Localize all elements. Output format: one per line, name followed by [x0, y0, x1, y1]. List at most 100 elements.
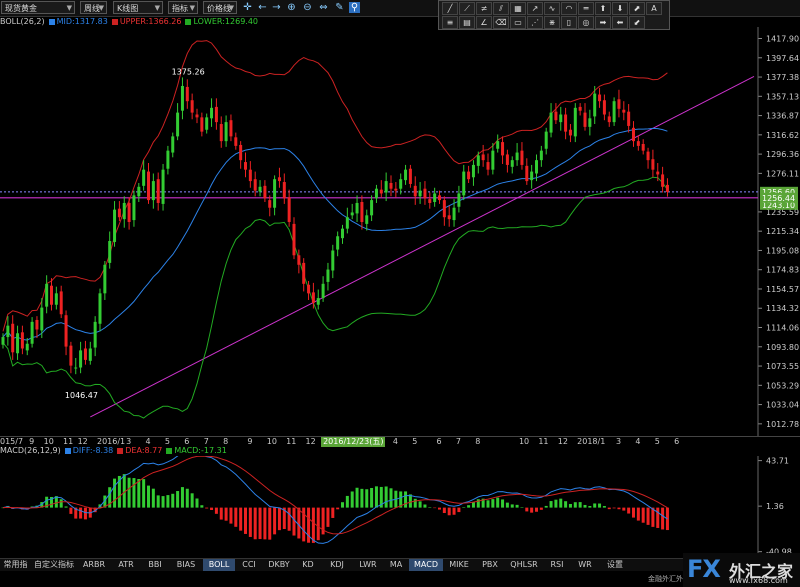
candle	[287, 189, 291, 227]
fit-icon[interactable]: ⇔	[318, 2, 329, 13]
boll-mid: MID:1317.83	[56, 17, 108, 26]
fib-tool-icon[interactable]: ▦	[510, 2, 526, 15]
macd-bar	[253, 507, 257, 540]
tab-4[interactable]: BBI	[141, 559, 169, 571]
candle	[59, 285, 63, 319]
tab-12[interactable]: MA	[383, 559, 409, 571]
tab-16[interactable]: QHLSR	[505, 559, 543, 571]
candle	[161, 163, 165, 211]
tab-0[interactable]: 常用指标	[0, 559, 31, 581]
time-tick-label: 11	[538, 437, 549, 446]
zoom-out-icon[interactable]: ⊖	[302, 2, 313, 13]
macd-bar	[549, 501, 553, 508]
candle-body	[88, 348, 92, 361]
tab-6[interactable]: BOLL	[203, 559, 235, 571]
line-tool-icon[interactable]: ╱	[442, 2, 458, 15]
macd-bar	[331, 507, 335, 518]
draw-tools-icon[interactable]: ⚲	[349, 2, 360, 13]
macd-bar	[142, 479, 146, 508]
candle	[568, 124, 572, 143]
candle	[515, 143, 519, 166]
macd-bar	[423, 504, 427, 508]
candle	[142, 160, 146, 191]
chart-type-select[interactable]: K线图 ▼	[113, 1, 163, 14]
candle	[481, 144, 485, 167]
tab-13[interactable]: MACD	[409, 559, 443, 571]
macd-value: MACD:-17.31	[174, 446, 227, 455]
zoom-in-icon[interactable]: ⊕	[286, 2, 297, 13]
parallel-tool-icon[interactable]: ⫽	[493, 2, 509, 15]
macd-bar	[185, 488, 189, 508]
period-select[interactable]: 周线 ▼	[80, 1, 107, 14]
indicator-select[interactable]: 指标 ▼	[168, 1, 198, 14]
segment-tool-icon[interactable]: ⟋	[459, 2, 475, 15]
price-tick-label: 1174.83	[766, 266, 799, 275]
text-tool-icon[interactable]: A	[646, 2, 662, 15]
candle	[442, 196, 446, 226]
arrow-up-tool-icon[interactable]: ⬆	[595, 2, 611, 15]
macd-bar	[656, 507, 660, 528]
tab-8[interactable]: DKBY	[263, 559, 295, 571]
pen-icon[interactable]: ✎	[334, 2, 345, 13]
boll-upper-line	[2, 40, 668, 332]
price-line-select[interactable]: 价格线 ▼	[203, 1, 237, 14]
candle-body	[258, 186, 262, 192]
candle	[350, 203, 354, 220]
tab-11[interactable]: LWR	[353, 559, 383, 571]
tab-14[interactable]: MIKE	[443, 559, 475, 571]
macd-chart[interactable]: 43.711.36-40.98	[0, 456, 800, 556]
arrow-down-tool-icon[interactable]: ⬇	[612, 2, 628, 15]
macd-bar	[564, 501, 568, 508]
hline-tool-icon[interactable]: ═	[578, 2, 594, 15]
tab-10[interactable]: KDJ	[321, 559, 353, 571]
macd-bar	[641, 507, 645, 523]
candle-body	[350, 212, 354, 216]
candle-body	[108, 241, 112, 263]
price-chart[interactable]: 1417.90 1397.64 1377.38 1357.13 1336.87 1316.…	[0, 27, 800, 436]
candle-body	[665, 184, 669, 192]
macd-bar	[79, 507, 83, 519]
trendline	[90, 76, 755, 418]
price-annotation: 1375.26	[172, 68, 205, 77]
candle	[166, 145, 170, 175]
tab-19[interactable]: 设置	[599, 559, 631, 571]
drawing-toolbar: ╱ ⟋ ≠ ⫽ ▦ ↗ ∿ ◠ ═ ⬆ ⬇ ⬈ A ≡ ▤ ∠ ⌫ ▭ ⋰ ⋇ …	[438, 0, 670, 30]
ray-tool-icon[interactable]: ↗	[527, 2, 543, 15]
cycle-tool-icon[interactable]: ◠	[561, 2, 577, 15]
candle-body	[11, 323, 15, 353]
instrument-select[interactable]: 现货黄金 ▼	[1, 1, 75, 14]
candle	[559, 106, 563, 131]
tab-2[interactable]: ARBR	[77, 559, 111, 571]
candle	[471, 160, 475, 186]
macd-bar	[632, 507, 635, 518]
candle-body	[214, 106, 218, 123]
tab-18[interactable]: WR	[571, 559, 599, 571]
boll-name: BOLL(26,2)	[0, 17, 45, 26]
tab-9[interactable]: KD	[295, 559, 321, 571]
tab-7[interactable]: CCI	[235, 559, 263, 571]
macd-bar	[311, 507, 315, 543]
arrow-ne-tool-icon[interactable]: ⬈	[629, 2, 645, 15]
candle	[25, 338, 29, 356]
candle-body	[481, 154, 485, 161]
channel-tool-icon[interactable]: ≠	[476, 2, 492, 15]
candle-body	[69, 345, 73, 366]
macd-tick-label: 1.36	[766, 502, 784, 511]
tab-5[interactable]: BIAS	[169, 559, 203, 571]
wave-tool-icon[interactable]: ∿	[544, 2, 560, 15]
crosshair-icon[interactable]: ✛	[242, 2, 253, 13]
macd-bar	[418, 501, 422, 508]
candle	[554, 103, 558, 125]
macd-bar	[64, 506, 68, 508]
tab-3[interactable]: ATR	[111, 559, 141, 571]
arrow-left-icon[interactable]: ←	[257, 2, 268, 13]
macd-dea-line	[2, 456, 668, 535]
candle-body	[20, 332, 24, 349]
candle-body	[117, 208, 121, 218]
tab-15[interactable]: PBX	[475, 559, 505, 571]
macd-bar	[277, 507, 281, 531]
macd-diff: DIFF:-8.38	[72, 446, 114, 455]
tab-1[interactable]: 自定义指标	[31, 559, 77, 571]
arrow-right-icon[interactable]: →	[271, 2, 282, 13]
tab-17[interactable]: RSI	[543, 559, 571, 571]
